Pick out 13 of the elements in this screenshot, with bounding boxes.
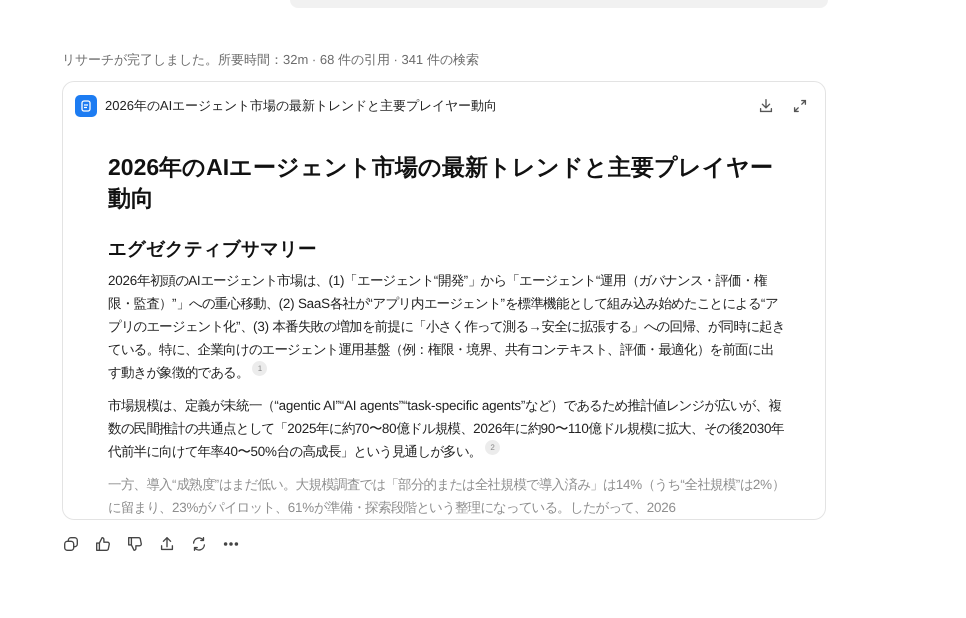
document-heading: 2026年のAIエージェント市場の最新トレンドと主要プレイヤー動向 bbox=[108, 153, 774, 213]
document-title: 2026年のAIエージェント市場の最新トレンドと主要プレイヤー動向 bbox=[105, 97, 498, 115]
thumbs-up-icon[interactable] bbox=[93, 534, 113, 554]
thumbs-down-icon[interactable] bbox=[125, 534, 145, 554]
paragraph: 2026年初頭のAIエージェント市場は、(1)「エージェント“開発”」から「エージェント“運用（ガバナンス・評価・権限・監査）”」への重心移動、(2) SaaS各社が“アプリ内エージェント”を標準機能として組み込み始めたことによる“アプリのエージェント化”、(3) 本番失敗の増加を前提に「小さく作って測る→安全に拡張する」への回帰、が同時に起きている。特に、企業向けのエージェント運用基盤（例：権限・境界、共有コンテキスト、評価・最適化）を前面に出す動きが象徴的である。 $^{1}$ bbox=[108, 272, 785, 382]
copy-icon[interactable] bbox=[61, 534, 81, 554]
citation-badge[interactable]: 1 bbox=[252, 361, 268, 376]
section-heading: エグゼクティブサマリー bbox=[108, 237, 318, 261]
status-text: リサーチが完了しました。所要時間：32m · 68 件の引用 · 341 件の検索 bbox=[62, 51, 479, 69]
citation-badge[interactable]: 2 bbox=[485, 440, 500, 455]
document-icon bbox=[75, 95, 97, 117]
paragraph: 市場規模は、定義が未統一（“agentic AI”“AI agents”“task-specific agents”など）であるため推計値レンジが広いが、複数の民間推計の共通点として「2025年に約70〜80億ドル規模、2026年に約90〜110億ドル規模に拡大、その後2030年代前半に向けて年率40〜50%台の高成長」という見通しが多い。 $^{2}$ bbox=[108, 397, 785, 461]
paragraph: 一方、導入“成熟度”はまだ低い。大規模調査では「部分的または全社規模で導入済み」は14%（うち“全社規模”は2%）に留まり、23%がパイロット、61%が準備・探索段階という整理になっている。したがって、2026 bbox=[108, 476, 785, 517]
